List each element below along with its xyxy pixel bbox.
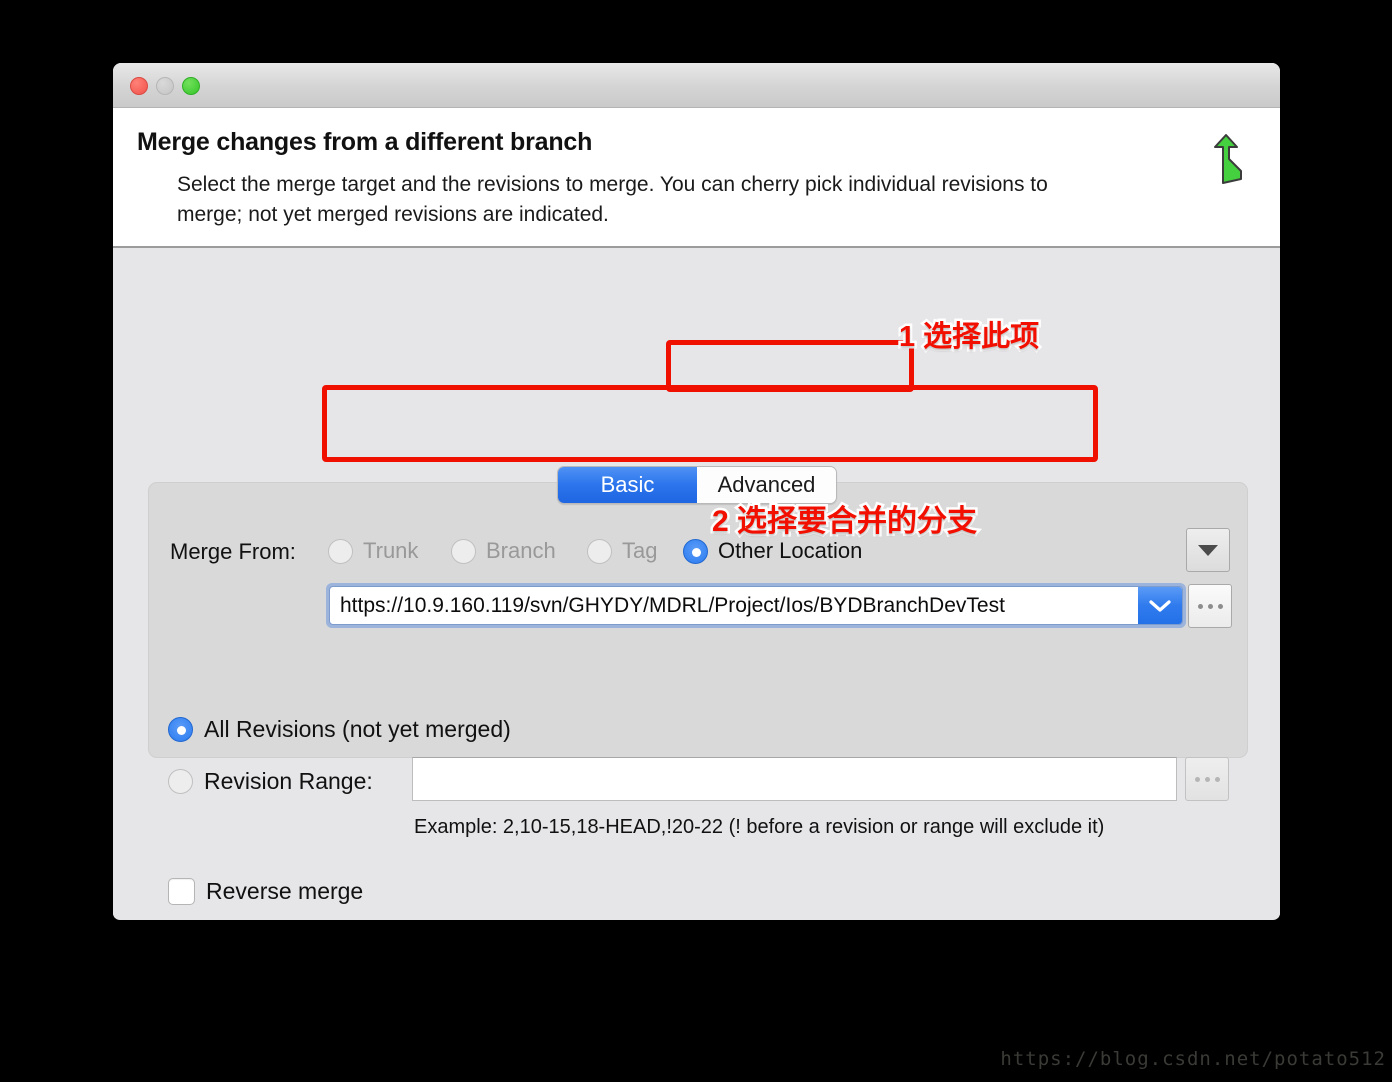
radio-merge-from-trunk[interactable]: Trunk	[328, 538, 418, 564]
ellipsis-dot-icon	[1207, 603, 1213, 609]
maximize-button-icon[interactable]	[182, 77, 200, 95]
radio-merge-from-branch[interactable]: Branch	[451, 538, 556, 564]
screenshot-root: Merge changes from a different branch Se…	[0, 0, 1392, 1082]
chevron-down-icon	[1149, 599, 1171, 612]
merge-from-label: Merge From:	[170, 539, 296, 564]
checkbox-reverse-merge[interactable]: Reverse merge	[168, 878, 363, 905]
page-description: Select the merge target and the revision…	[177, 173, 1048, 227]
radio-trunk-icon	[328, 538, 353, 564]
traffic-light-group	[130, 77, 200, 95]
merge-dialog-window: Merge changes from a different branch Se…	[113, 63, 1280, 920]
watermark: https://blog.csdn.net/potato512	[1000, 1048, 1386, 1070]
page-title: Merge changes from a different branch	[137, 128, 593, 156]
revision-range-browse-button[interactable]	[1185, 757, 1229, 801]
radio-revision-range-label: Revision Range:	[204, 768, 373, 794]
minimize-button-icon[interactable]	[156, 77, 174, 95]
merge-from-url-field[interactable]: https://10.9.160.119/svn/GHYDY/MDRL/Proj…	[329, 586, 1183, 625]
annotation-step-1: 1 选择此项	[896, 319, 1041, 356]
ellipsis-dot-icon	[1197, 603, 1203, 609]
radio-other-location-label: Other Location	[718, 538, 863, 563]
green-merge-arrow-icon	[1210, 133, 1244, 190]
ellipsis-dot-icon	[1194, 776, 1200, 782]
revision-range-input[interactable]	[412, 757, 1177, 801]
ellipsis-dot-icon	[1214, 776, 1220, 782]
dialog-header: Merge changes from a different branch Se…	[113, 108, 1280, 248]
radio-all-revisions-label: All Revisions (not yet merged)	[204, 716, 511, 742]
radio-all-revisions-icon	[168, 717, 193, 742]
radio-merge-from-tag[interactable]: Tag	[587, 538, 657, 564]
tab-basic[interactable]: Basic	[558, 467, 697, 503]
url-history-button[interactable]	[1186, 528, 1230, 572]
merge-from-url-input[interactable]: https://10.9.160.119/svn/GHYDY/MDRL/Proj…	[330, 587, 1138, 624]
annotation-box-url-field	[322, 385, 1098, 462]
radio-trunk-label: Trunk	[363, 538, 419, 563]
window-titlebar	[113, 63, 1280, 108]
annotation-step-2: 2 选择要合并的分支	[709, 503, 979, 541]
browse-url-button[interactable]	[1188, 584, 1232, 628]
chevron-down-icon	[1198, 544, 1218, 556]
radio-tag-icon	[587, 538, 612, 564]
radio-revision-range-icon	[168, 769, 193, 794]
url-dropdown-button[interactable]	[1138, 587, 1182, 624]
ellipsis-dot-icon	[1217, 603, 1223, 609]
radio-merge-from-other-location[interactable]: Other Location	[683, 538, 862, 564]
radio-revision-range[interactable]: Revision Range:	[168, 768, 373, 795]
radio-tag-label: Tag	[622, 538, 658, 563]
merge-from-url-combobox[interactable]: https://10.9.160.119/svn/GHYDY/MDRL/Proj…	[326, 583, 1186, 628]
revision-range-example-text: Example: 2,10-15,18-HEAD,!20-22 (! befor…	[414, 816, 1105, 838]
radio-branch-label: Branch	[486, 538, 556, 563]
close-button-icon[interactable]	[130, 77, 148, 95]
reverse-merge-checkbox-icon	[168, 878, 195, 905]
radio-other-location-icon	[683, 538, 708, 564]
radio-all-revisions[interactable]: All Revisions (not yet merged)	[168, 716, 511, 743]
reverse-merge-label: Reverse merge	[206, 878, 364, 904]
ellipsis-dot-icon	[1204, 776, 1210, 782]
radio-branch-icon	[451, 538, 476, 564]
